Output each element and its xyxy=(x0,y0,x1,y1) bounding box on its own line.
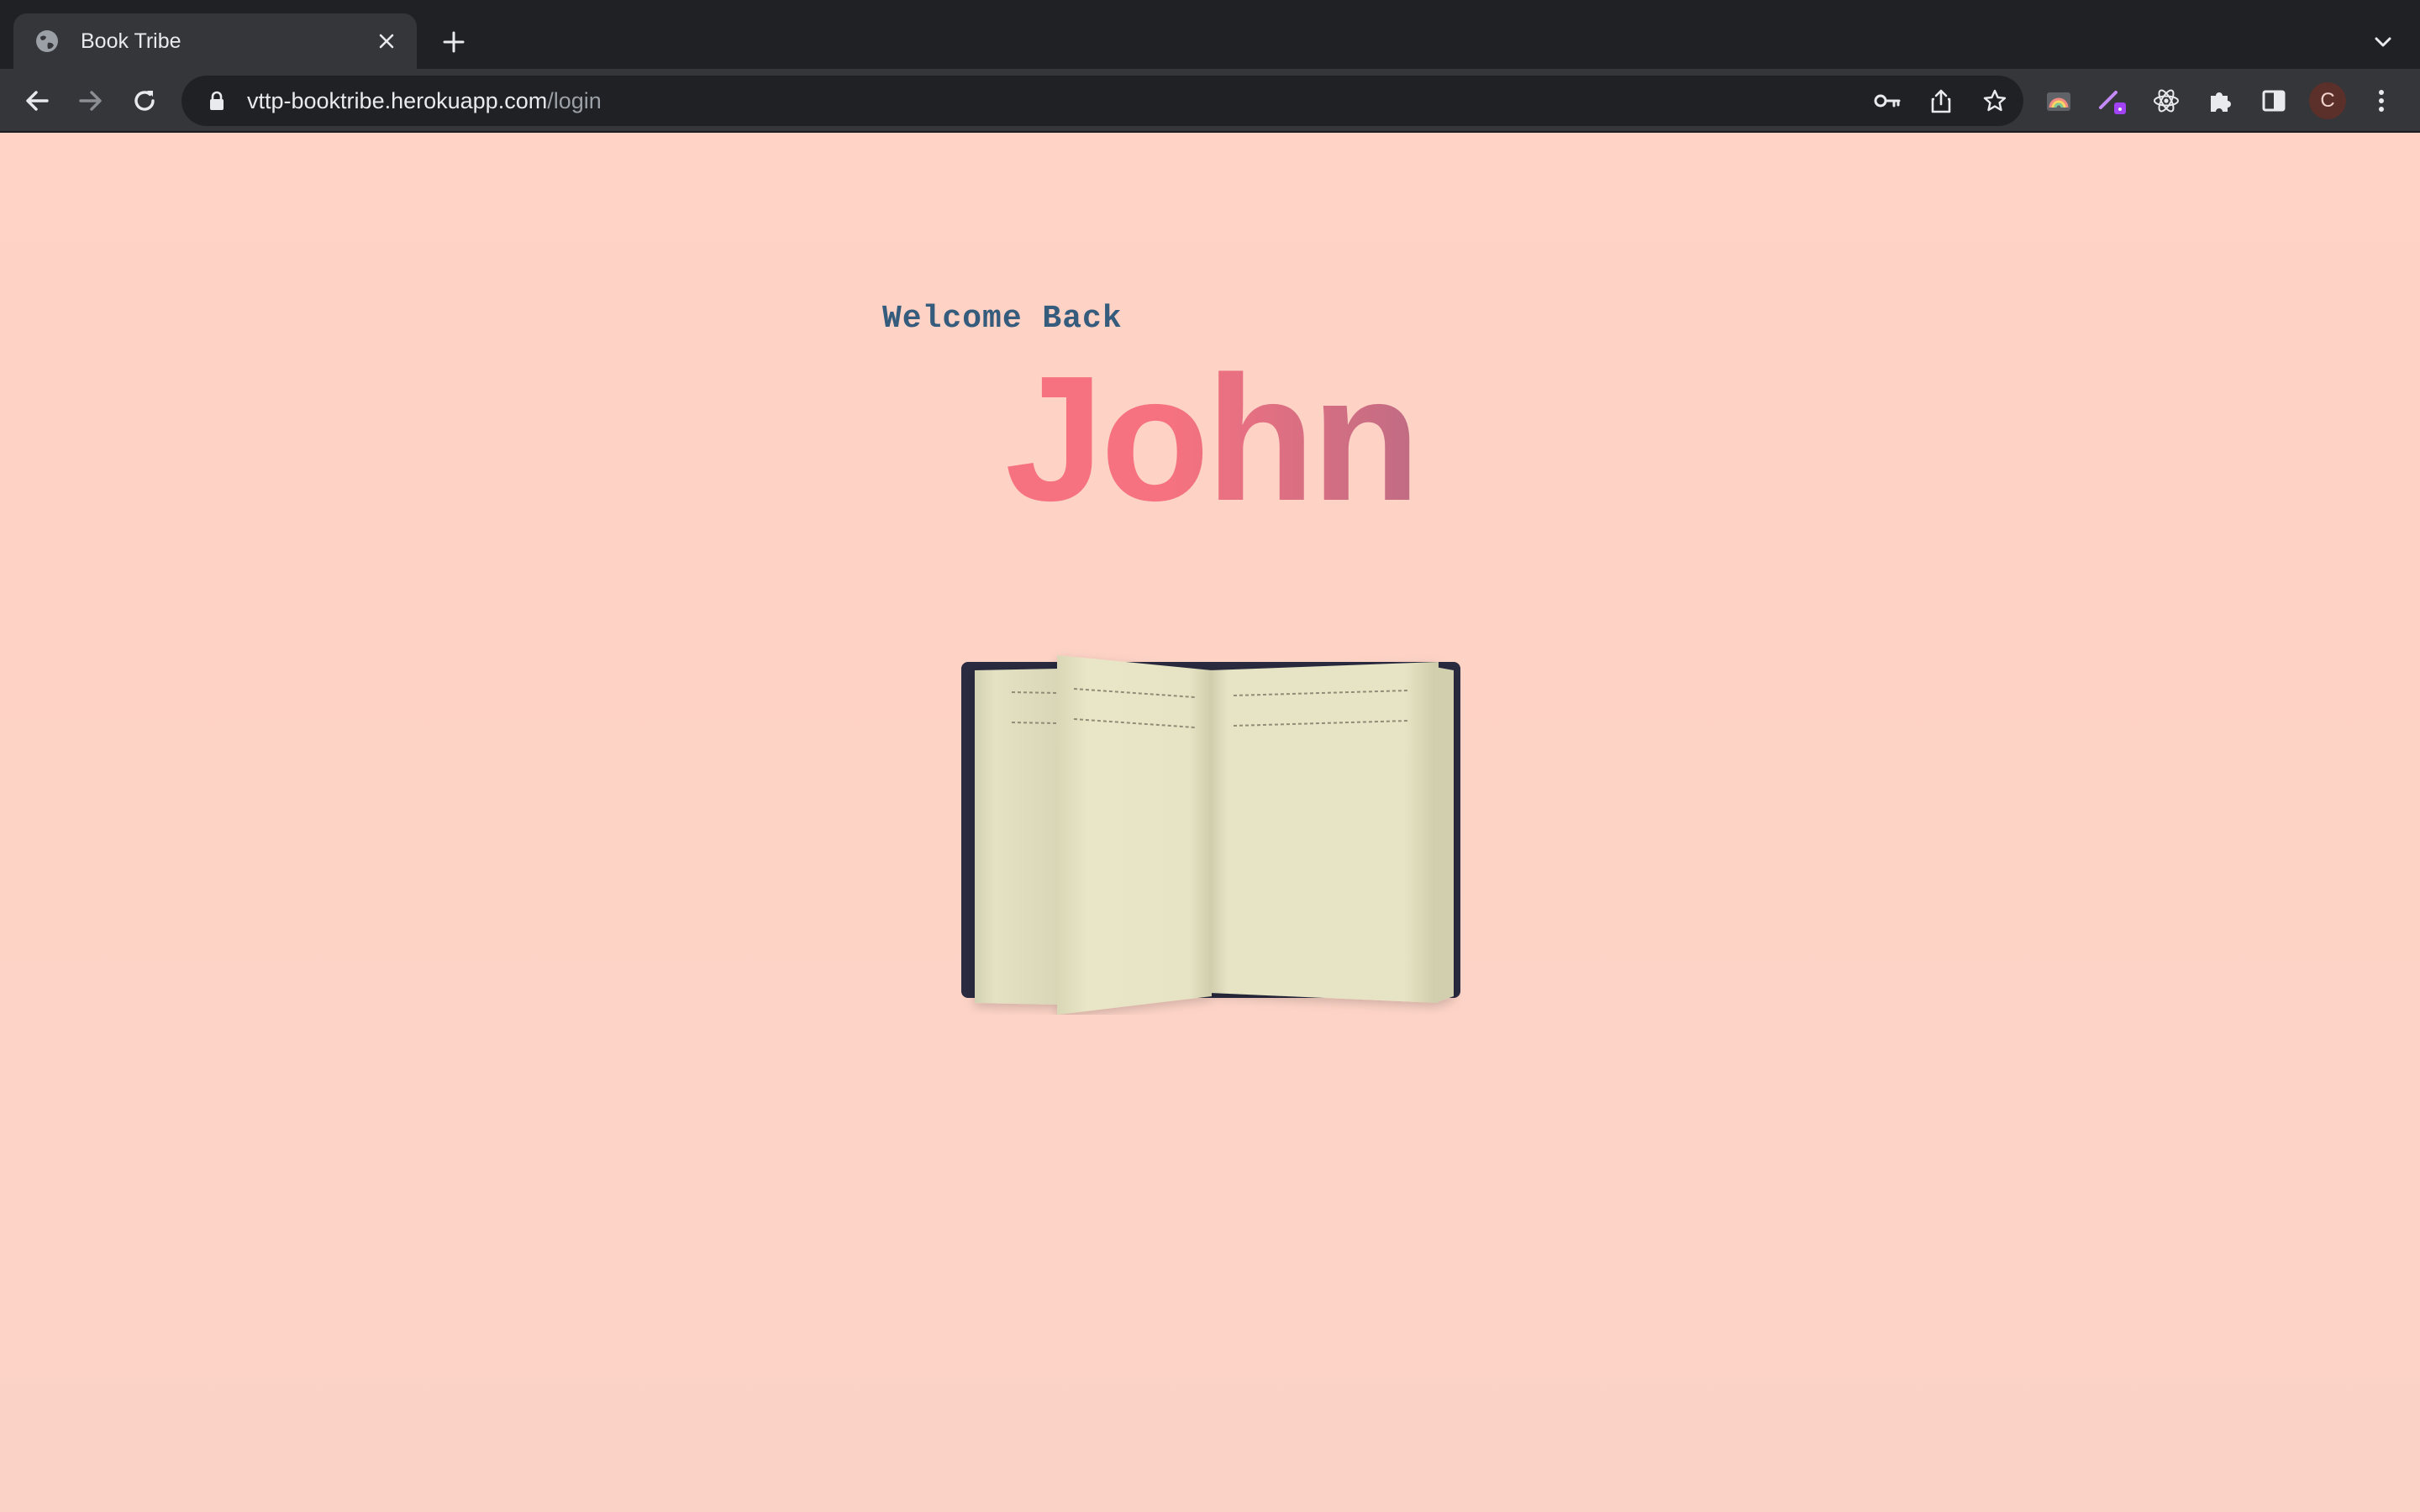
url-host: vttp-booktribe.herokuapp.com xyxy=(247,87,548,113)
tab-title: Book Tribe xyxy=(81,29,182,53)
tab-strip: Book Tribe xyxy=(0,0,2420,69)
plus-icon[interactable] xyxy=(437,25,471,59)
login-page: Welcome Back John xyxy=(0,133,2420,1512)
browser-toolbar: vttp-booktribe.herokuapp.com/login C xyxy=(0,69,2420,133)
arrow-right-icon[interactable] xyxy=(72,82,109,119)
avatar[interactable]: C xyxy=(2309,82,2346,119)
extensions-area: C xyxy=(2040,82,2400,119)
lock-icon[interactable] xyxy=(192,76,242,126)
pen-extension-icon[interactable] xyxy=(2094,82,2131,119)
kebab-menu-icon[interactable] xyxy=(2363,82,2400,119)
star-icon[interactable] xyxy=(1976,82,2013,119)
welcome-heading: Welcome Back xyxy=(882,301,1123,337)
url-text: vttp-booktribe.herokuapp.com/login xyxy=(247,88,602,114)
chevron-down-icon[interactable] xyxy=(2366,25,2400,59)
reload-icon[interactable] xyxy=(126,82,163,119)
react-icon[interactable] xyxy=(2148,82,2185,119)
key-icon[interactable] xyxy=(1869,82,1906,119)
close-icon[interactable] xyxy=(370,24,403,58)
side-panel-icon[interactable] xyxy=(2255,82,2292,119)
globe-icon xyxy=(34,28,60,55)
user-name-heading: John xyxy=(1005,339,1420,538)
url-path: /login xyxy=(547,87,602,113)
browser-chrome: Book Tribe vttp-booktribe.herokuapp.com/… xyxy=(0,0,2420,133)
share-icon[interactable] xyxy=(1923,82,1960,119)
address-bar[interactable]: vttp-booktribe.herokuapp.com/login xyxy=(182,76,2023,126)
puzzle-icon[interactable] xyxy=(2202,82,2238,119)
open-book-illustration xyxy=(958,645,1462,1015)
tab-book-tribe[interactable]: Book Tribe xyxy=(13,13,417,69)
rainbow-extension-icon[interactable] xyxy=(2040,82,2077,119)
arrow-left-icon[interactable] xyxy=(18,82,55,119)
